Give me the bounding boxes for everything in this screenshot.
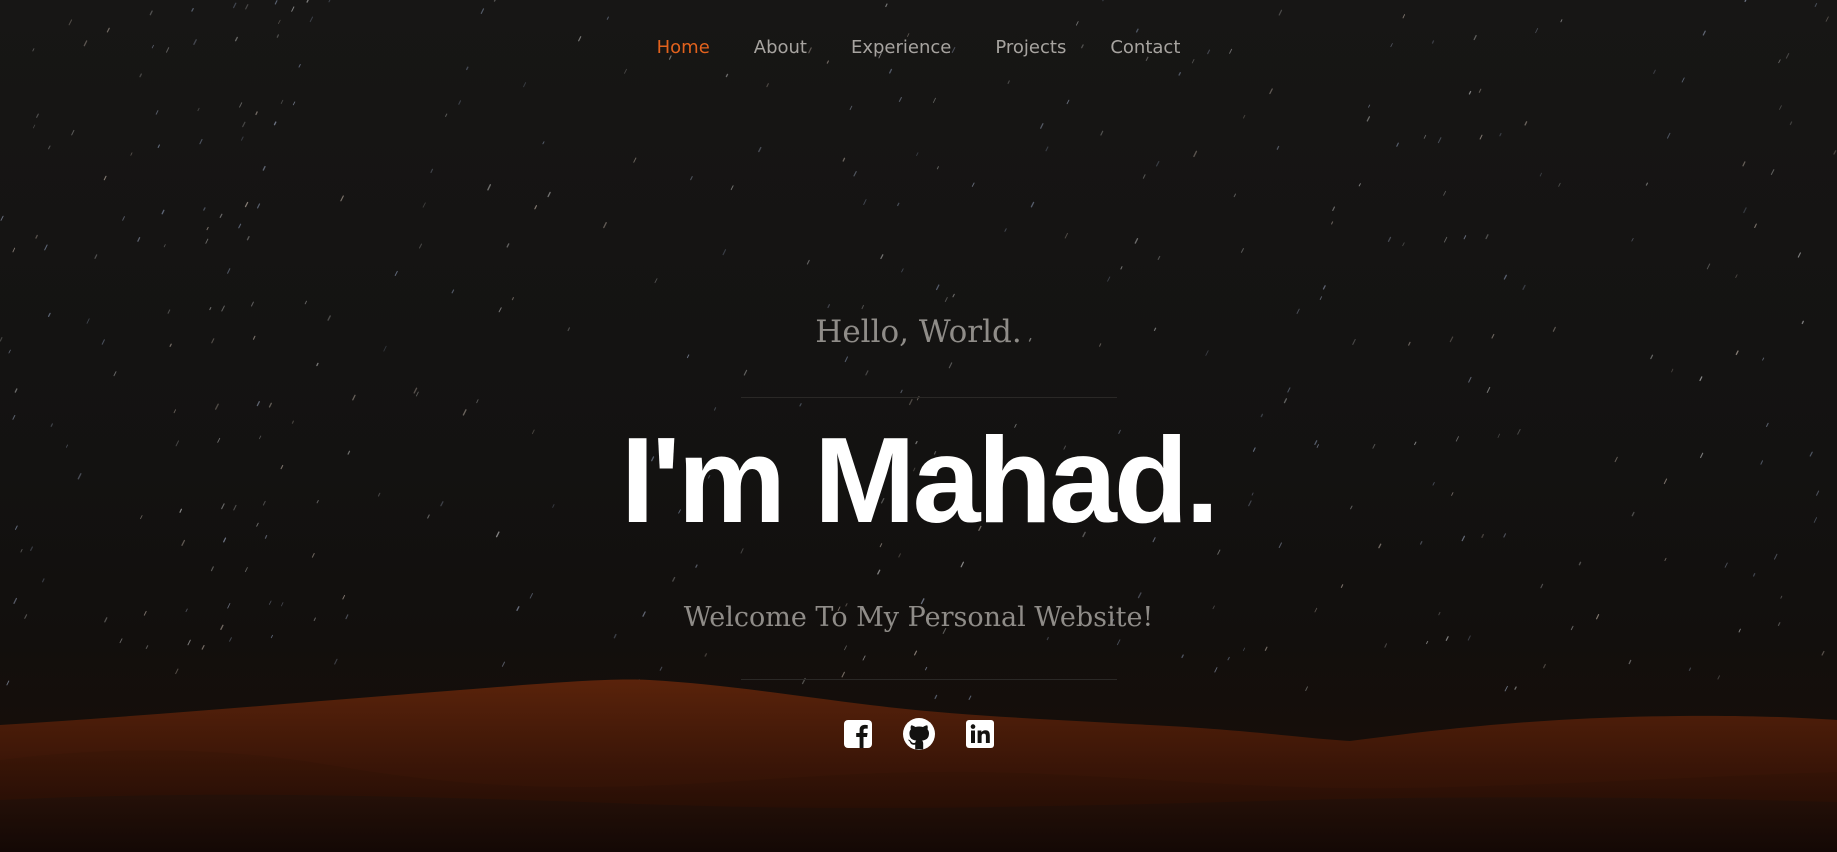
facebook-link[interactable] — [840, 716, 876, 752]
nav-link-home[interactable]: Home — [635, 34, 732, 62]
main-nav: Home About Experience Projects Contact — [0, 34, 1837, 62]
linkedin-link[interactable] — [962, 716, 998, 752]
github-link[interactable] — [901, 716, 937, 752]
nav-link-about[interactable]: About — [732, 34, 829, 62]
nav-link-contact[interactable]: Contact — [1088, 34, 1202, 62]
nav-link-projects[interactable]: Projects — [973, 34, 1088, 62]
hero-name-heading: I'm Mahad. — [620, 412, 1220, 548]
divider-top — [741, 397, 1117, 398]
linkedin-icon — [965, 720, 994, 748]
divider-bottom — [741, 679, 1117, 680]
hero-greeting: Hello, World. — [815, 314, 1022, 350]
github-icon — [902, 718, 935, 750]
nav-link-experience[interactable]: Experience — [829, 34, 973, 62]
facebook-icon — [843, 720, 872, 748]
hero-tagline: Welcome To My Personal Website! — [683, 602, 1154, 633]
social-links — [0, 716, 1837, 752]
